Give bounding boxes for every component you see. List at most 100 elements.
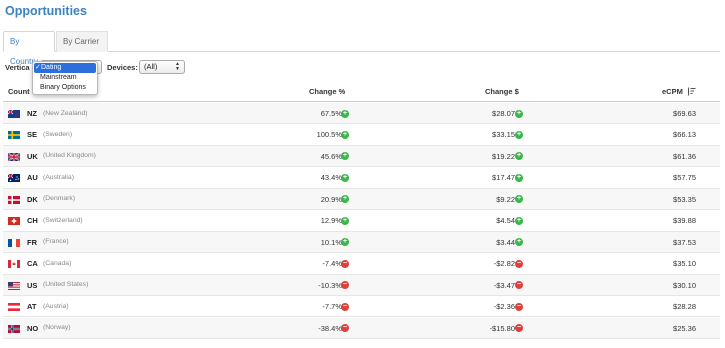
country-name: (United Kingdom) [43,152,96,160]
country-code: DK [27,194,38,204]
country-code: AU [27,173,38,183]
country-code: NZ [27,109,37,118]
country-name: (France) [43,238,69,246]
change-percent: -38.4% [318,323,342,333]
tab-by-carrier[interactable]: By Carrier [56,31,108,52]
ecpm-value: $37.53 [673,237,696,247]
change-dollars: $28.07 [492,109,515,118]
change-dollars: -$15.80 [489,323,515,333]
tab-by-country[interactable]: By Country [3,31,55,66]
country-code: SE [27,130,38,140]
trend-up-icon: + [341,238,349,247]
country-code: US [27,280,38,290]
table-row[interactable]: SE (Sweden) 100.5% + $33.15 + $66.13 [3,124,720,146]
country-name: (Austria) [43,302,69,310]
ecpm-value: $30.10 [673,280,696,290]
table-row[interactable]: UK (United Kingdom) 45.6% + $19.22 + $61.36 [3,145,720,168]
country-code: NO [27,323,39,333]
change-dollars: $9.22 [496,194,515,204]
trend-up-icon: + [515,109,523,118]
tab-bar: By Country By Carrier [3,31,720,66]
country-code: CA [27,259,38,269]
select-arrows-icon: ▲▼ [175,61,180,72]
column-header-change-usd[interactable]: Change $ [485,87,519,96]
verticals-dropdown-menu: ✓ Dating Mainstream Binary Options [32,61,98,95]
country-code: AT [27,302,37,312]
country-name: (Switzerland) [43,216,83,224]
se-flag-icon [8,131,20,140]
trend-down-icon: − [341,302,349,311]
trend-up-icon: + [515,195,523,204]
country-name: (Canada) [43,259,72,267]
change-percent: 10.1% [320,237,342,247]
trend-down-icon: − [341,259,349,268]
page-title: Opportunities [5,4,87,18]
trend-up-icon: + [341,130,349,139]
table-row[interactable]: CH (Switzerland) 12.9% + $4.54 + $39.88 [3,210,720,232]
au-flag-icon [8,174,20,183]
nz-flag-icon [8,110,20,118]
devices-select[interactable]: (All) ▲ ▼ [139,60,185,74]
change-percent: 43.4% [320,173,342,183]
change-dollars: -$2.82 [493,259,515,269]
devices-select-value: (All) [144,62,158,71]
country-name: (Australia) [43,173,74,181]
column-header-change-pct[interactable]: Change % [309,87,345,96]
table-row[interactable]: US (United States) -10.3% − -$3.47− $30.10 [3,274,720,296]
dropdown-option-binary-options[interactable]: Binary Options [33,83,97,93]
trend-down-icon: − [515,302,523,311]
table-row[interactable]: NZ (New Zealand) 67.5% + $28.07 + $69.63 [3,103,720,125]
country-name: (United States) [43,281,89,289]
table-row[interactable]: FR (France) 10.1% + $3.44 + $37.53 [3,231,720,254]
dropdown-option-dating[interactable]: ✓ Dating [34,63,96,73]
column-header-ecpm[interactable]: eCPM [662,87,683,96]
change-dollars: $17.47 [492,173,515,183]
ca-flag-icon [8,260,20,269]
column-header-country[interactable]: Count [8,87,30,96]
change-dollars: -$2.36 [493,302,515,312]
checkmark-icon: ✓ [35,64,41,71]
ecpm-value: $39.88 [673,216,696,226]
table-row[interactable]: CA (Canada) -7.4% − -$2.82− $35.10 [3,253,720,275]
change-dollars: $19.22 [492,151,515,161]
change-percent: -7.7% [322,302,342,312]
ecpm-value: $61.36 [673,151,696,161]
country-name: (New Zealand) [43,109,88,117]
dk-flag-icon [8,195,20,204]
trend-up-icon: + [515,152,523,161]
table-row[interactable]: DK (Denmark) 20.9% + $9.22 + $53.35 [3,188,720,211]
ecpm-value: $69.63 [673,109,696,118]
dropdown-option-mainstream[interactable]: Mainstream [33,73,97,83]
country-name: (Denmark) [43,195,76,203]
at-flag-icon [8,303,20,312]
trend-up-icon: + [515,173,523,182]
trend-up-icon: + [515,238,523,247]
change-percent: 20.9% [320,194,342,204]
change-percent: 67.5% [320,109,342,118]
trend-down-icon: − [515,259,523,268]
header-divider [3,101,720,102]
ecpm-value: $66.13 [673,130,696,140]
uk-flag-icon [8,152,20,161]
table-row[interactable]: AU (Australia) 43.4% + $17.47 + $57.75 [3,167,720,189]
devices-label: Devices: [107,63,138,72]
trend-up-icon: + [515,130,523,139]
trend-up-icon: + [341,152,349,161]
trend-up-icon: + [341,109,349,118]
change-percent: -10.3% [318,280,342,290]
sort-descending-icon[interactable] [687,87,696,96]
verticals-label: Vertica [5,63,30,72]
table-row[interactable]: NO (Norway) -38.4% − -$15.80− $25.36 [3,317,720,339]
trend-down-icon: − [515,281,523,290]
change-dollars: $4.54 [496,216,515,226]
change-percent: -7.4% [322,259,342,269]
table-row[interactable]: AT (Austria) -7.7% − -$2.36− $28.28 [3,296,720,318]
ch-flag-icon [8,217,20,226]
no-flag-icon [8,324,20,333]
trend-up-icon: + [341,173,349,182]
trend-up-icon: + [341,216,349,225]
change-percent: 12.9% [320,216,342,226]
country-code: FR [27,237,37,247]
country-code: UK [27,151,38,161]
trend-down-icon: − [341,324,349,332]
